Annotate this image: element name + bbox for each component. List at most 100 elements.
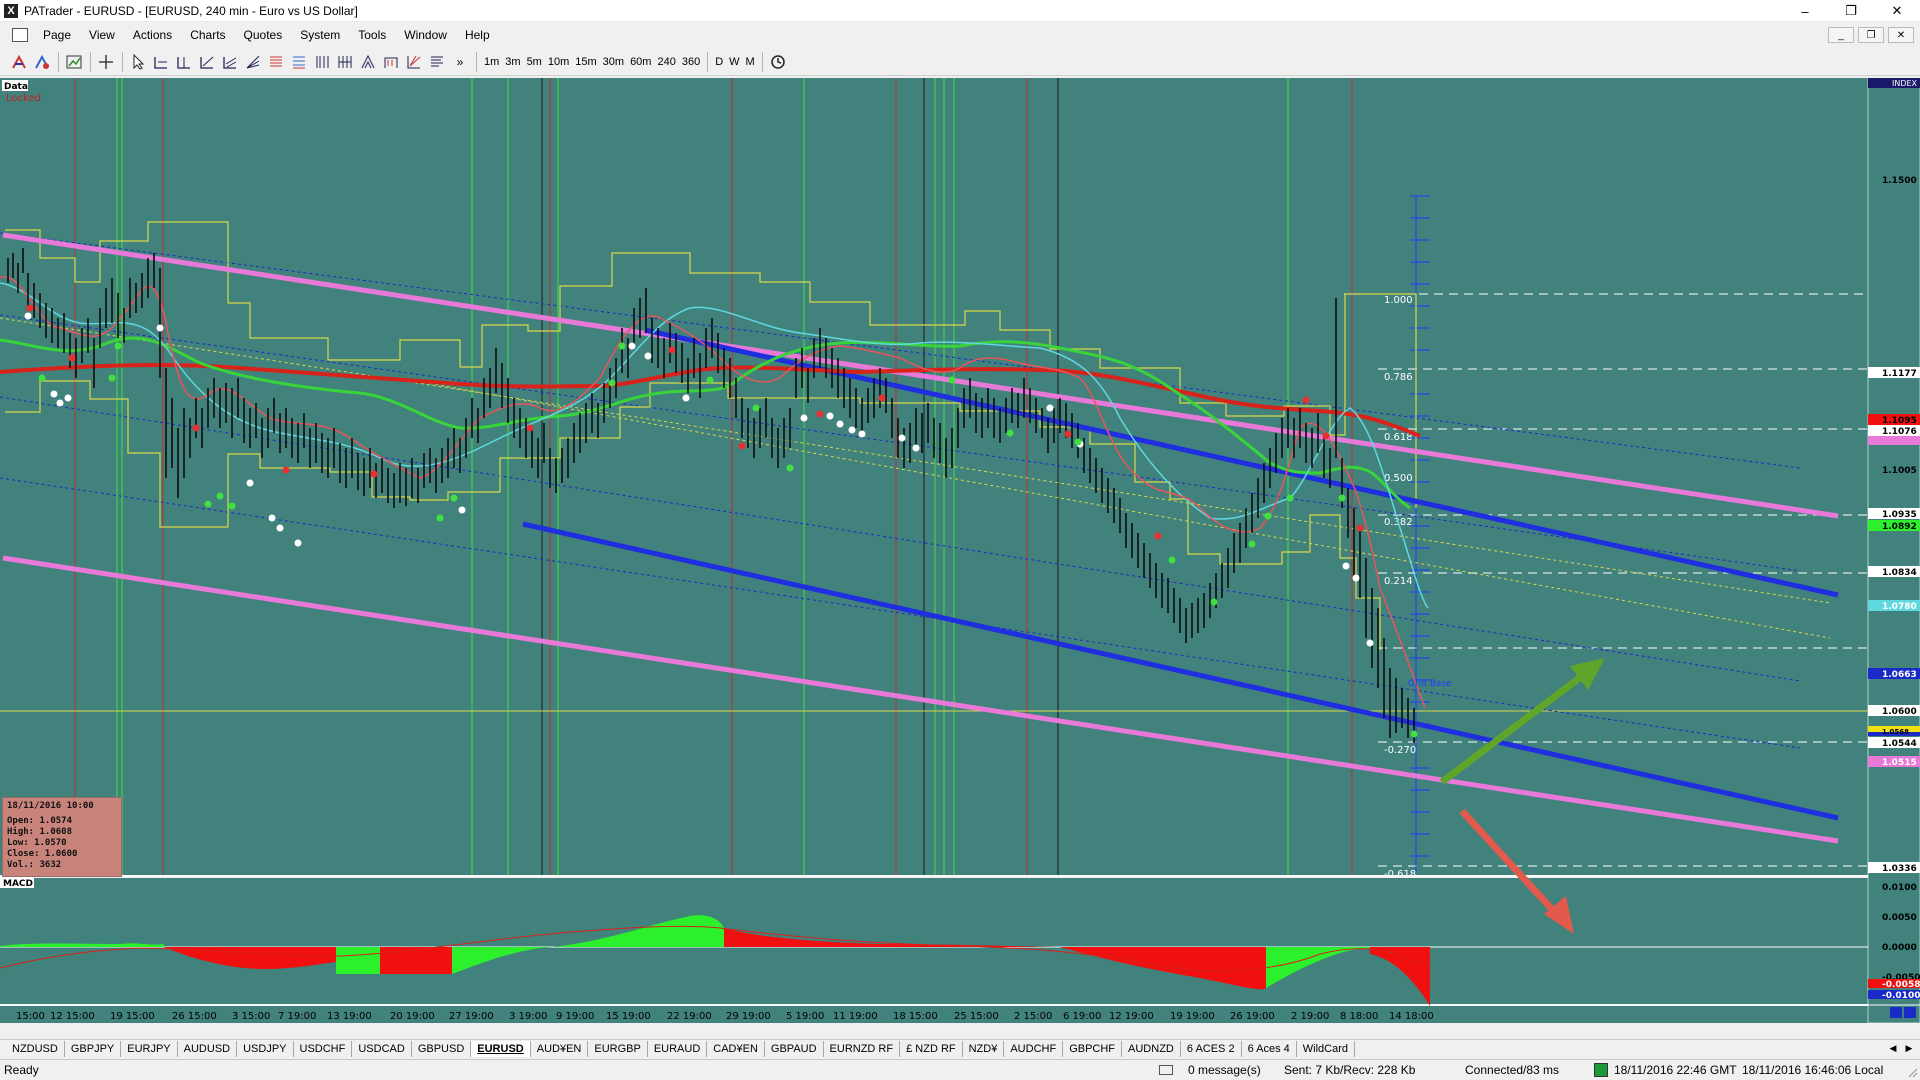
tab-euraud[interactable]: EURAUD [648,1040,708,1057]
mdi-minimize-button[interactable]: _ [1828,27,1854,43]
tab-6-aces-4[interactable]: 6 Aces 4 [1242,1040,1297,1057]
horizontal-line-tool-icon[interactable] [150,51,172,73]
tab-usdjpy[interactable]: USDJPY [237,1040,294,1057]
period-daily[interactable]: D [712,51,726,73]
chart-window-icon[interactable] [12,28,28,42]
menu-page[interactable]: Page [34,24,80,46]
trendline-tool-icon[interactable] [196,51,218,73]
svg-text:-0.618: -0.618 [1384,869,1416,880]
price-label-1-0780: 1.0780 [1882,602,1917,612]
timeframe-10m[interactable]: 10m [545,51,572,73]
tab-eurjpy[interactable]: EURJPY [121,1040,178,1057]
index-label: INDEX [1892,79,1918,88]
add-symbol-icon[interactable] [8,51,30,73]
close-button[interactable]: ✕ [1874,0,1920,22]
pointer-icon[interactable] [127,51,149,73]
resize-grip-icon[interactable] [1906,1066,1918,1078]
timeframe-3m[interactable]: 3m [502,51,523,73]
tab-gbpchf[interactable]: GBPCHF [1063,1040,1123,1057]
mail-icon[interactable] [1159,1065,1173,1075]
tab-gbpjpy[interactable]: GBPJPY [65,1040,122,1057]
mdi-close-button[interactable]: ✕ [1888,27,1914,43]
remove-symbol-icon[interactable] [31,51,53,73]
tab-audchf[interactable]: AUDCHF [1004,1040,1064,1057]
tab-usdchf[interactable]: USDCHF [294,1040,353,1057]
menu-tools[interactable]: Tools [349,24,395,46]
svg-text:18 15:00: 18 15:00 [893,1011,938,1022]
tab-nzdusd[interactable]: NZDUSD [6,1040,65,1057]
timeframe-5m[interactable]: 5m [524,51,545,73]
minimize-button[interactable]: – [1782,0,1828,22]
timeframe-360[interactable]: 360 [679,51,703,73]
menu-window[interactable]: Window [395,24,456,46]
cycle-tool-icon[interactable] [380,51,402,73]
toolbar-separator [476,51,477,72]
clock-icon[interactable] [767,51,789,73]
timeframe-1m[interactable]: 1m [481,51,502,73]
tab-scroll-left-icon[interactable]: ◀ [1886,1041,1900,1055]
menu-actions[interactable]: Actions [124,24,181,46]
tab-eurnzd-rf[interactable]: EURNZD RF [824,1040,901,1057]
gann-tool-icon[interactable] [403,51,425,73]
svg-text:3 15:00: 3 15:00 [232,1011,270,1022]
menu-charts[interactable]: Charts [181,24,234,46]
crosshair-icon[interactable] [95,51,117,73]
text-tool-icon[interactable] [426,51,448,73]
price-label-1-0515: 1.0515 [1882,758,1917,768]
fan-tool-icon[interactable] [242,51,264,73]
tab-6-aces-2[interactable]: 6 ACES 2 [1181,1040,1242,1057]
time-zones-icon[interactable] [311,51,333,73]
svg-text:-0.0100: -0.0100 [1882,991,1920,1001]
svg-text:6 19:00: 6 19:00 [1063,1011,1101,1022]
tab-wildcard[interactable]: WildCard [1297,1040,1356,1057]
tab-scroll-right-icon[interactable]: ▶ [1902,1041,1916,1055]
svg-text:0.618: 0.618 [1384,432,1413,443]
menu-quotes[interactable]: Quotes [235,24,292,46]
period-weekly[interactable]: W [726,51,742,73]
period-monthly[interactable]: M [743,51,758,73]
tab-gbpaud[interactable]: GBPAUD [765,1040,824,1057]
axis-corner-button[interactable] [1890,1007,1902,1018]
tab-gbpusd[interactable]: GBPUSD [412,1040,472,1057]
status-messages[interactable]: 0 message(s) [1188,1063,1261,1077]
tab-nzdyen[interactable]: NZD¥ [963,1040,1005,1057]
timeframe-15m[interactable]: 15m [572,51,599,73]
mdi-restore-button[interactable]: ❐ [1858,27,1884,43]
tab-audusd[interactable]: AUDUSD [178,1040,238,1057]
window-controls: – ❐ ✕ [1782,0,1920,22]
more-tools-icon[interactable]: » [449,51,471,73]
chart-window[interactable]: 1.000 0.786 0.618 0.500 0.382 0.214 -0.2… [0,78,1920,1023]
bar-info-box: 18/11/2016 10:00 Open: 1.0574 High: 1.06… [2,797,122,877]
toolbar-separator [58,51,59,72]
timeframe-30m[interactable]: 30m [600,51,627,73]
timeframe-60m[interactable]: 60m [627,51,654,73]
toolbar-separator [761,51,763,72]
app-logo-icon: X [4,3,18,18]
tab-usdcad[interactable]: USDCAD [352,1040,412,1057]
bar-info-volume: Vol.: 3632 [7,860,62,870]
channel-tool-icon[interactable] [219,51,241,73]
restore-button[interactable]: ❐ [1828,0,1874,22]
menu-view[interactable]: View [80,24,124,46]
menu-help[interactable]: Help [456,24,499,46]
fibonacci-retracement-icon[interactable] [265,51,287,73]
tab-gbp-nzd-rf[interactable]: £ NZD RF [900,1040,963,1057]
tab-eurgbp[interactable]: EURGBP [588,1040,648,1057]
timeframe-240[interactable]: 240 [654,51,678,73]
price-label-1-1005: 1.1005 [1882,466,1917,476]
tab-audnzd[interactable]: AUDNZD [1122,1040,1181,1057]
tab-eurusd[interactable]: EURUSD [471,1040,531,1057]
tab-audyen[interactable]: AUD¥EN [531,1040,589,1057]
grid-base-label: Grid Base [1408,679,1452,689]
grid-tool-icon[interactable] [334,51,356,73]
vertical-line-tool-icon[interactable] [173,51,195,73]
menu-system[interactable]: System [291,24,349,46]
bar-info-low: Low: 1.0570 [7,838,67,848]
status-connection: Connected/83 ms [1465,1063,1560,1077]
pitchfork-tool-icon[interactable] [357,51,379,73]
fibonacci-extension-icon[interactable] [288,51,310,73]
price-chart-svg[interactable]: 1.000 0.786 0.618 0.500 0.382 0.214 -0.2… [0,78,1920,1023]
new-chart-icon[interactable] [63,51,85,73]
axis-corner-button[interactable] [1904,1007,1916,1018]
tab-cadyen[interactable]: CAD¥EN [707,1040,765,1057]
